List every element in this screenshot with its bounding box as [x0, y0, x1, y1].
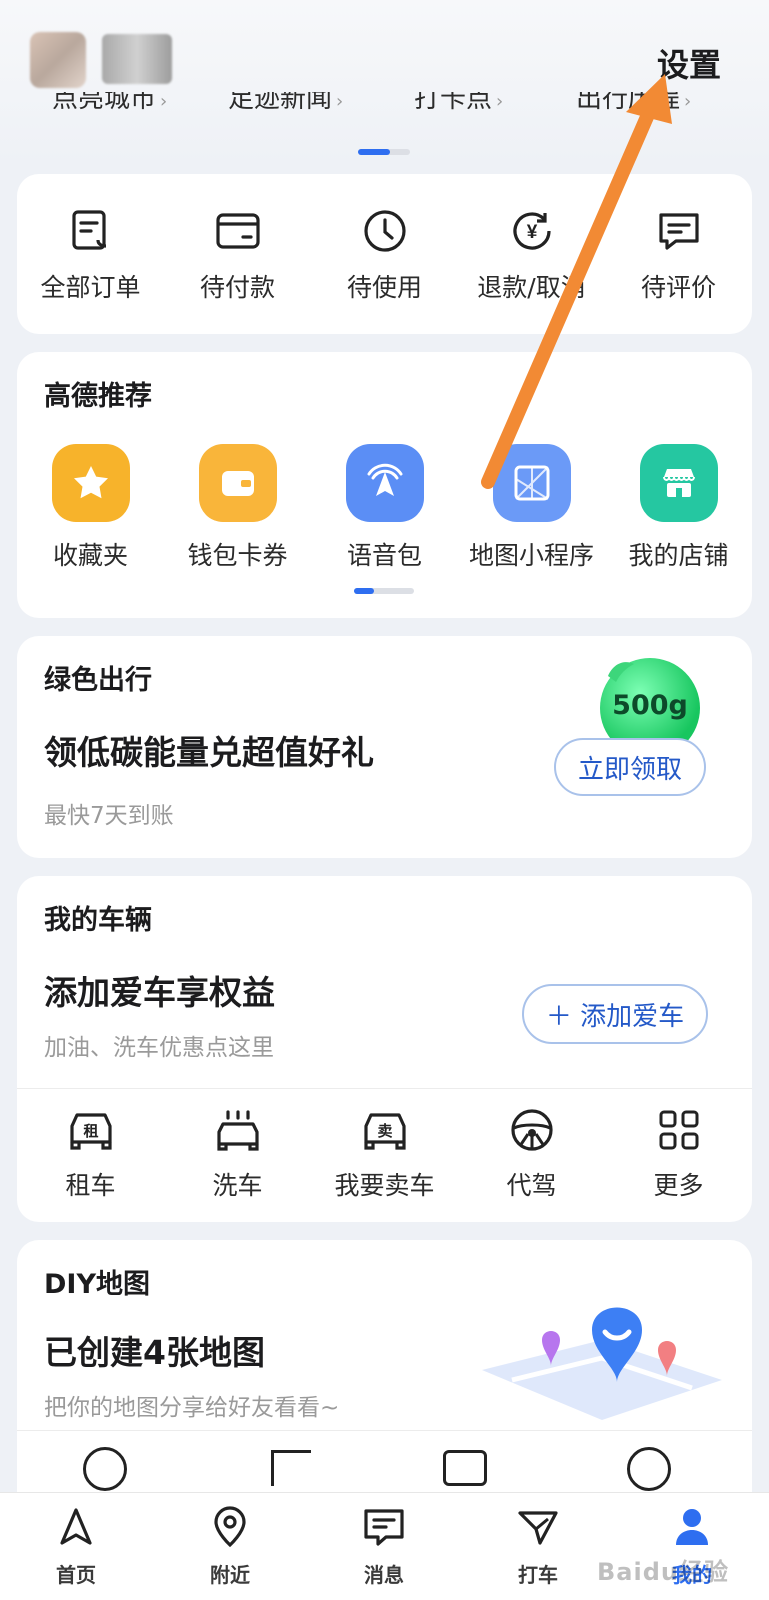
- car-wash-icon: [216, 1110, 259, 1151]
- green-travel-subtitle: 最快7天到账: [44, 803, 174, 829]
- divider: [17, 1430, 752, 1431]
- refund-icon: ¥: [512, 212, 551, 250]
- divider: [17, 1088, 752, 1089]
- section-title: 我的车辆: [44, 905, 152, 936]
- diy-row-icon[interactable]: [83, 1447, 127, 1491]
- tab-taxi[interactable]: 打车: [478, 1505, 598, 1588]
- quick-link-item[interactable]: 足迹新闻 ›: [228, 92, 343, 115]
- energy-badge-text: 500g: [612, 690, 688, 721]
- quick-links-row: 点亮城市 › 足迹新闻 › 打卡点 › 出行历程 ›: [0, 92, 769, 122]
- claim-now-button[interactable]: 立即领取: [554, 738, 706, 796]
- vehicle-headline: 添加爱车享权益: [44, 973, 275, 1012]
- green-travel-headline: 领低碳能量兑超值好礼: [44, 733, 374, 772]
- tab-nearby[interactable]: 附近: [170, 1505, 290, 1588]
- rent-car-button[interactable]: 租 租车: [17, 1108, 164, 1202]
- star-icon: [51, 444, 130, 522]
- my-shop-button[interactable]: 我的店铺: [605, 444, 752, 572]
- steering-wheel-icon: [510, 1109, 553, 1151]
- order-unpaid-button[interactable]: 待付款: [164, 208, 311, 304]
- order-list-icon: [71, 210, 106, 250]
- chevron-right-icon: ›: [496, 92, 504, 112]
- message-icon: [364, 1509, 404, 1546]
- grid-icon: [659, 1110, 698, 1150]
- diy-row-icon[interactable]: [443, 1450, 487, 1486]
- chevron-right-icon: ›: [160, 92, 168, 112]
- location-pin-icon: [214, 1506, 246, 1548]
- diy-map-subtitle: 把你的地图分享给好友看看~: [44, 1395, 340, 1421]
- map-illustration: [482, 1307, 722, 1420]
- quick-links-pager: [358, 149, 410, 155]
- voice-icon: [345, 444, 424, 522]
- favorites-button[interactable]: 收藏夹: [17, 444, 164, 572]
- profile-header: 设置 点亮城市 › 足迹新闻 › 打卡点 › 出行历程 ›: [0, 0, 769, 165]
- clock-icon: [363, 210, 406, 252]
- more-services-button[interactable]: 更多: [605, 1108, 752, 1202]
- sell-car-icon: 卖: [363, 1113, 406, 1150]
- wallet-coupons-button[interactable]: 钱包卡券: [164, 444, 311, 572]
- mini-program-icon: [492, 444, 571, 522]
- svg-text:¥: ¥: [526, 222, 537, 243]
- green-travel-card[interactable]: 绿色出行 领低碳能量兑超值好礼 最快7天到账 500g 立即领取: [17, 636, 752, 858]
- diy-row-icon[interactable]: [627, 1447, 671, 1491]
- add-car-button[interactable]: ＋ 添加爱车: [522, 984, 708, 1044]
- settings-button[interactable]: 设置: [657, 40, 721, 86]
- car-wash-button[interactable]: 洗车: [164, 1108, 311, 1202]
- username-blurred: [102, 34, 172, 84]
- recommend-pager: [354, 588, 414, 594]
- orders-card: 全部订单 待付款 待使用 ¥ 退款/取消 待评价: [17, 174, 752, 334]
- rent-car-icon: 租: [69, 1113, 112, 1150]
- section-title: 高德推荐: [44, 381, 152, 412]
- diy-map-headline: 已创建4张地图: [44, 1333, 265, 1372]
- wallet-icon: [198, 444, 277, 522]
- order-to-use-button[interactable]: 待使用: [311, 208, 458, 304]
- svg-text:卖: 卖: [377, 1122, 392, 1140]
- svg-text:租: 租: [83, 1122, 98, 1140]
- shop-icon: [639, 444, 718, 522]
- tab-home[interactable]: 首页: [16, 1505, 136, 1588]
- avatar[interactable]: [30, 32, 86, 88]
- order-refund-button[interactable]: ¥ 退款/取消: [458, 208, 605, 304]
- wallet-icon: [215, 213, 260, 249]
- sell-car-button[interactable]: 卖 我要卖车: [311, 1108, 458, 1202]
- navigate-icon: [60, 1508, 92, 1545]
- chevron-right-icon: ›: [684, 92, 692, 112]
- recommend-card: 高德推荐 收藏夹 钱包卡券 语音包 地图小程序 我的店铺: [17, 352, 752, 618]
- diy-row-icon[interactable]: [271, 1450, 311, 1486]
- my-vehicle-card: 我的车辆 添加爱车享权益 加油、洗车优惠点这里 ＋ 添加爱车 租 租车 洗车 卖…: [17, 876, 752, 1222]
- voice-pack-button[interactable]: 语音包: [311, 444, 458, 572]
- baidu-watermark: Baidu经验: [597, 1558, 729, 1586]
- section-title: DIY地图: [44, 1269, 151, 1300]
- order-all-button[interactable]: 全部订单: [17, 208, 164, 304]
- section-title: 绿色出行: [44, 665, 152, 696]
- order-review-button[interactable]: 待评价: [605, 208, 752, 304]
- vehicle-subtitle: 加油、洗车优惠点这里: [44, 1035, 274, 1061]
- quick-link-item[interactable]: 打卡点 ›: [414, 92, 503, 115]
- quick-link-item[interactable]: 出行历程 ›: [576, 92, 691, 115]
- tab-messages[interactable]: 消息: [324, 1505, 444, 1588]
- designated-driver-button[interactable]: 代驾: [458, 1108, 605, 1202]
- comment-icon: [658, 213, 699, 250]
- chevron-right-icon: ›: [336, 92, 344, 112]
- quick-link-item[interactable]: 点亮城市 ›: [52, 92, 167, 115]
- map-mini-program-button[interactable]: 地图小程序: [458, 444, 605, 572]
- profile-icon: [676, 1509, 708, 1545]
- taxi-icon: [518, 1511, 558, 1545]
